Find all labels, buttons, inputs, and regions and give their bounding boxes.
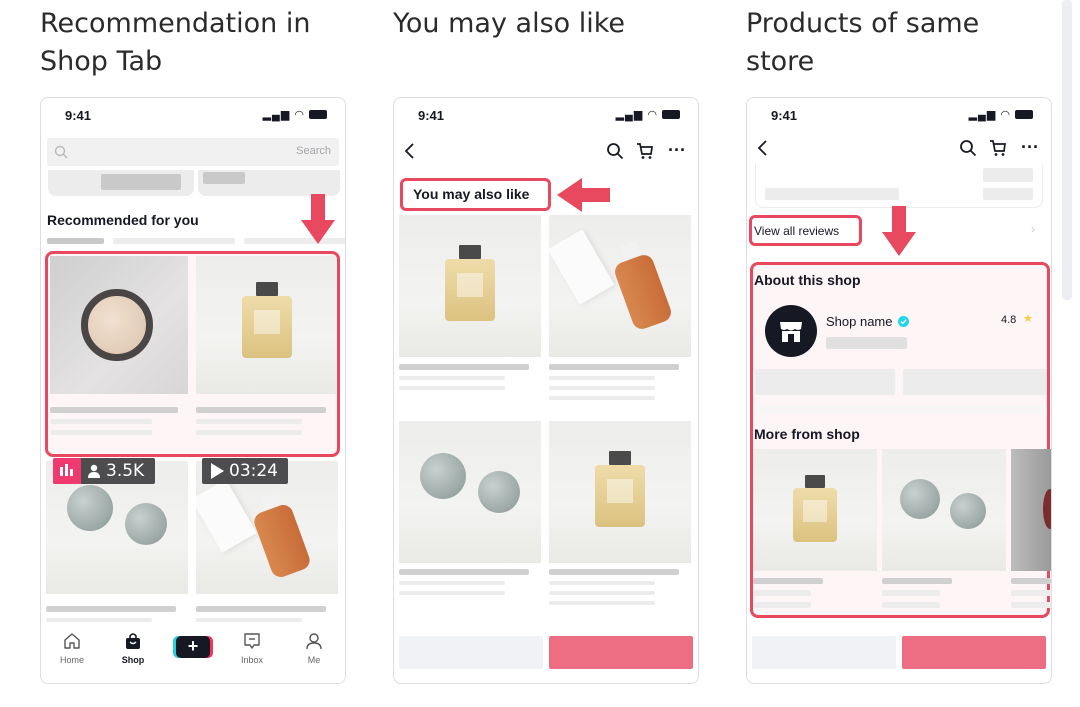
section-title: You may also like [413,186,530,202]
nav-shop-label: Shop [121,655,145,665]
phone-mockup-same-store: 9:41 ▂▄▆ ◠ ··· View all reviews › About … [746,97,1052,684]
nav-home[interactable]: Home [57,632,87,665]
secondary-action-button[interactable] [752,636,896,669]
live-viewers-badge: 3.5K [53,458,155,484]
section-title: Recommended for you [47,212,199,228]
status-icons: ▂▄▆ ◠ [616,108,680,121]
status-time: 9:41 [418,108,445,123]
back-chevron-icon[interactable] [757,139,769,157]
nav-me-label: Me [307,655,321,665]
profile-icon [306,633,322,650]
live-indicator-icon [53,458,81,484]
product-card-balls[interactable] [399,421,541,563]
verified-badge-icon [898,316,909,327]
arrow-down-icon [301,194,335,244]
mirror-image [81,289,153,361]
search-icon[interactable] [959,139,977,157]
back-chevron-icon[interactable] [404,142,416,160]
storefront-icon [780,322,802,342]
inbox-icon [244,633,260,649]
product-card-perfume-2[interactable] [549,421,691,563]
arrow-down-icon [882,206,916,256]
more-options-icon[interactable]: ··· [1021,137,1039,158]
more-from-shop-title: More from shop [754,426,860,442]
status-icons: ▂▄▆ ◠ [969,108,1033,121]
cart-icon[interactable] [989,139,1007,157]
shop-action-right[interactable] [903,369,1047,395]
nav-home-label: Home [59,655,84,665]
primary-action-button[interactable] [902,636,1046,669]
search-icon[interactable] [606,142,624,160]
play-icon [211,463,224,479]
phone-mockup-you-may-also-like: 9:41 ▂▄▆ ◠ ··· You may also like [393,97,699,684]
primary-action-button[interactable] [549,636,693,669]
shop-meta-placeholder [826,337,907,349]
page-scrollbar[interactable] [1062,0,1072,300]
secondary-action-button[interactable] [399,636,543,669]
product-card-orange-bottle[interactable] [549,215,691,357]
search-bar[interactable]: Search [47,138,339,166]
nav-me[interactable]: Me [299,632,329,665]
product-card-perfume[interactable] [399,215,541,357]
product-card-perfume[interactable] [196,256,336,394]
chevron-right-icon: › [1031,222,1035,236]
person-icon [88,464,100,478]
section-divider [753,405,1047,413]
search-input[interactable]: Search [296,145,331,157]
heading-you-may-also-like: You may also like [393,8,626,39]
shop-rating: 4.8 [1001,314,1017,326]
create-button[interactable]: + [173,636,213,658]
shop-product-balls[interactable] [882,449,1006,571]
cart-icon[interactable] [636,142,654,160]
shop-action-left[interactable] [755,369,895,395]
nav-shop[interactable]: Shop [118,632,148,665]
heading-recommendation-shop-tab: Recommendation in Shop Tab [40,8,311,77]
shop-product-partial[interactable] [1011,449,1051,571]
arrow-left-icon [557,178,610,212]
search-icon [54,145,68,159]
live-viewers-count: 3.5K [106,461,145,481]
home-icon [64,633,80,649]
shop-bag-icon [126,633,140,649]
about-shop-title: About this shop [754,272,861,288]
status-time: 9:41 [65,108,92,123]
nav-inbox[interactable]: Inbox [237,632,267,665]
more-options-icon[interactable]: ··· [668,140,686,161]
phone-mockup-shop-tab: 9:41 ▂▄▆ ◠ Search Recommended for you 3.… [40,97,346,684]
shop-product-perfume[interactable] [753,449,877,571]
create-plus-icon: + [176,636,210,658]
star-icon: ★ [1023,313,1033,325]
video-duration: 03:24 [229,461,278,481]
view-all-reviews-link[interactable]: View all reviews [754,224,839,238]
status-time: 9:41 [771,108,798,123]
heading-products-same-store: Products of same store [746,8,980,77]
product-card-mirror[interactable] [50,256,188,394]
video-duration-badge: 03:24 [202,458,288,484]
status-icons: ▂▄▆ ◠ [263,108,327,121]
bottom-nav: Home Shop + Inbox Me [41,622,345,683]
shop-avatar[interactable] [765,305,817,357]
nav-inbox-label: Inbox [240,655,264,665]
shop-name[interactable]: Shop name [826,314,893,329]
